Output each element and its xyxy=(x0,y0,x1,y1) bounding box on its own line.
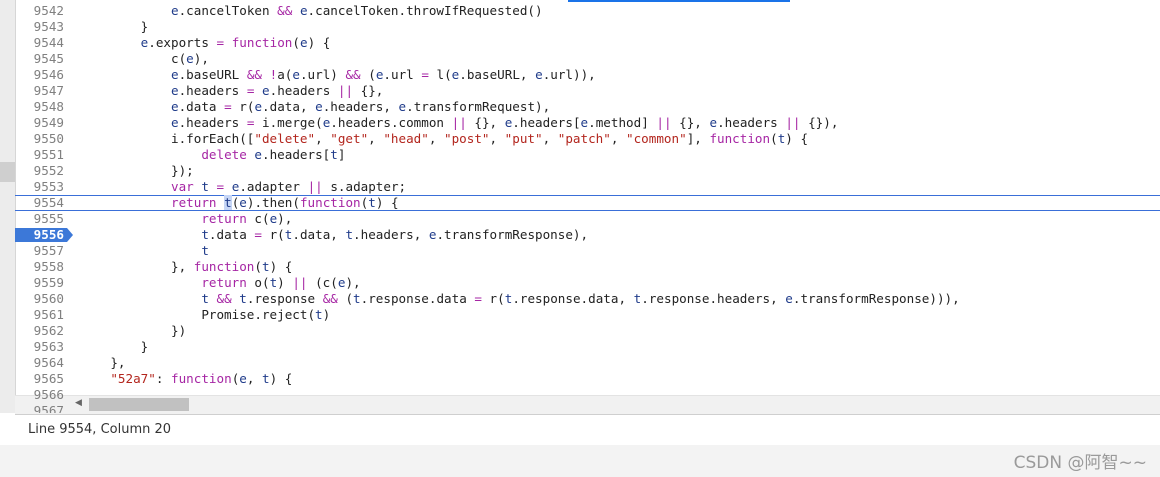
code-text: }); xyxy=(80,163,194,178)
code-line[interactable]: 9557 t xyxy=(15,243,1160,259)
code-line[interactable]: 9565 "52a7": function(e, t) { xyxy=(15,371,1160,387)
line-number[interactable]: 9544 xyxy=(15,35,80,51)
code-text: }, xyxy=(80,355,126,370)
code-line[interactable]: 9547 e.headers = e.headers || {}, xyxy=(15,83,1160,99)
code-text: delete e.headers[t] xyxy=(201,147,346,162)
code-text: Promise.reject(t) xyxy=(80,307,331,322)
line-number[interactable]: 9549 xyxy=(15,115,80,131)
code-line[interactable]: 9544 e.exports = function(e) { xyxy=(15,35,1160,51)
code-text: e.cancelToken && e.cancelToken.throwIfRe… xyxy=(171,3,543,18)
line-number[interactable]: 9566 xyxy=(15,387,80,403)
cursor-position: Line 9554, Column 20 xyxy=(28,422,172,437)
code-line[interactable]: 9562 }) xyxy=(15,323,1160,339)
code-line[interactable]: 9563 } xyxy=(15,339,1160,355)
line-number[interactable]: 9550 xyxy=(15,131,80,147)
code-text: t xyxy=(201,243,209,258)
line-number[interactable]: 9557 xyxy=(15,243,80,259)
watermark: CSDN @阿智~~ xyxy=(1013,453,1147,473)
line-number[interactable]: 9564 xyxy=(15,355,80,371)
code-line[interactable]: 9542 e.cancelToken && e.cancelToken.thro… xyxy=(15,3,1160,19)
code-text: var t = e.adapter || s.adapter; xyxy=(171,179,407,194)
code-text: }) xyxy=(80,323,187,338)
code-line[interactable]: 9558 }, function(t) { xyxy=(15,259,1160,275)
line-number[interactable]: 9551 xyxy=(15,147,80,163)
code-text: e.headers = e.headers || {}, xyxy=(171,83,384,98)
line-number[interactable]: 9545 xyxy=(15,51,80,67)
line-number[interactable]: 9563 xyxy=(15,339,80,355)
code-line[interactable]: 9551 delete e.headers[t] xyxy=(15,147,1160,163)
scrollbar-thumb[interactable] xyxy=(89,398,189,411)
line-number[interactable]: 9565 xyxy=(15,371,80,387)
gutter-marker xyxy=(0,162,15,182)
line-number[interactable]: 9552 xyxy=(15,163,80,179)
line-number[interactable]: 9556 xyxy=(15,227,80,243)
code-editor[interactable]: 9542 e.cancelToken && e.cancelToken.thro… xyxy=(15,0,1160,413)
line-number[interactable]: 9560 xyxy=(15,291,80,307)
code-text: t && t.response && (t.response.data = r(… xyxy=(201,291,960,306)
code-line[interactable]: 9555 return c(e), xyxy=(15,211,1160,227)
code-text: e.headers = i.merge(e.headers.common || … xyxy=(171,115,839,130)
code-text: return t(e).then(function(t) { xyxy=(171,195,399,210)
line-number[interactable]: 9567 xyxy=(15,403,80,413)
code-line[interactable]: 9545 c(e), xyxy=(15,51,1160,67)
code-line[interactable]: 9553 var t = e.adapter || s.adapter; xyxy=(15,179,1160,195)
code-line[interactable]: 9554 return t(e).then(function(t) { xyxy=(15,195,1160,211)
code-line[interactable]: 9561 Promise.reject(t) xyxy=(15,307,1160,323)
code-text: } xyxy=(80,19,149,34)
line-number[interactable]: 9559 xyxy=(15,275,80,291)
line-number[interactable]: 9561 xyxy=(15,307,80,323)
line-number[interactable]: 9558 xyxy=(15,259,80,275)
code-text: "52a7": function(e, t) { xyxy=(110,371,293,386)
code-text: e.data = r(e.data, e.headers, e.transfor… xyxy=(171,99,551,114)
code-line[interactable]: 9552 }); xyxy=(15,163,1160,179)
code-text: i.forEach(["delete", "get", "head", "pos… xyxy=(80,131,809,146)
code-line[interactable]: 9564 }, xyxy=(15,355,1160,371)
code-text: } xyxy=(80,339,149,354)
line-number[interactable]: 9542 xyxy=(15,3,80,19)
bottom-panel xyxy=(0,445,1160,477)
line-number[interactable]: 9553 xyxy=(15,179,80,195)
line-number[interactable]: 9548 xyxy=(15,99,80,115)
code-line[interactable]: 9559 return o(t) || (c(e), xyxy=(15,275,1160,291)
code-text: }, function(t) { xyxy=(80,259,293,274)
left-gutter-strip xyxy=(0,0,16,413)
code-text: t.data = r(t.data, t.headers, e.transfor… xyxy=(201,227,589,242)
horizontal-scrollbar[interactable]: ◀ xyxy=(15,395,1160,414)
line-number[interactable]: 9554 xyxy=(15,196,80,210)
code-line[interactable]: 9550 i.forEach(["delete", "get", "head",… xyxy=(15,131,1160,147)
code-text: e.exports = function(e) { xyxy=(140,35,331,50)
code-line[interactable]: 9546 e.baseURL && !a(e.url) && (e.url = … xyxy=(15,67,1160,83)
code-text: return c(e), xyxy=(201,211,293,226)
code-line[interactable]: 9556 t.data = r(t.data, t.headers, e.tra… xyxy=(15,227,1160,243)
active-tab-indicator xyxy=(568,0,790,2)
line-number[interactable]: 9555 xyxy=(15,211,80,227)
code-line[interactable]: 9543 } xyxy=(15,19,1160,35)
code-line[interactable]: 9548 e.data = r(e.data, e.headers, e.tra… xyxy=(15,99,1160,115)
status-bar: Line 9554, Column 20 xyxy=(15,414,1160,446)
code-text: return o(t) || (c(e), xyxy=(201,275,361,290)
line-number[interactable]: 9546 xyxy=(15,67,80,83)
code-line[interactable]: 9560 t && t.response && (t.response.data… xyxy=(15,291,1160,307)
code-line[interactable]: 9549 e.headers = i.merge(e.headers.commo… xyxy=(15,115,1160,131)
line-number[interactable]: 9547 xyxy=(15,83,80,99)
code-text: e.baseURL && !a(e.url) && (e.url = l(e.b… xyxy=(171,67,596,82)
line-number[interactable]: 9543 xyxy=(15,19,80,35)
code-text: c(e), xyxy=(80,51,209,66)
line-number[interactable]: 9562 xyxy=(15,323,80,339)
